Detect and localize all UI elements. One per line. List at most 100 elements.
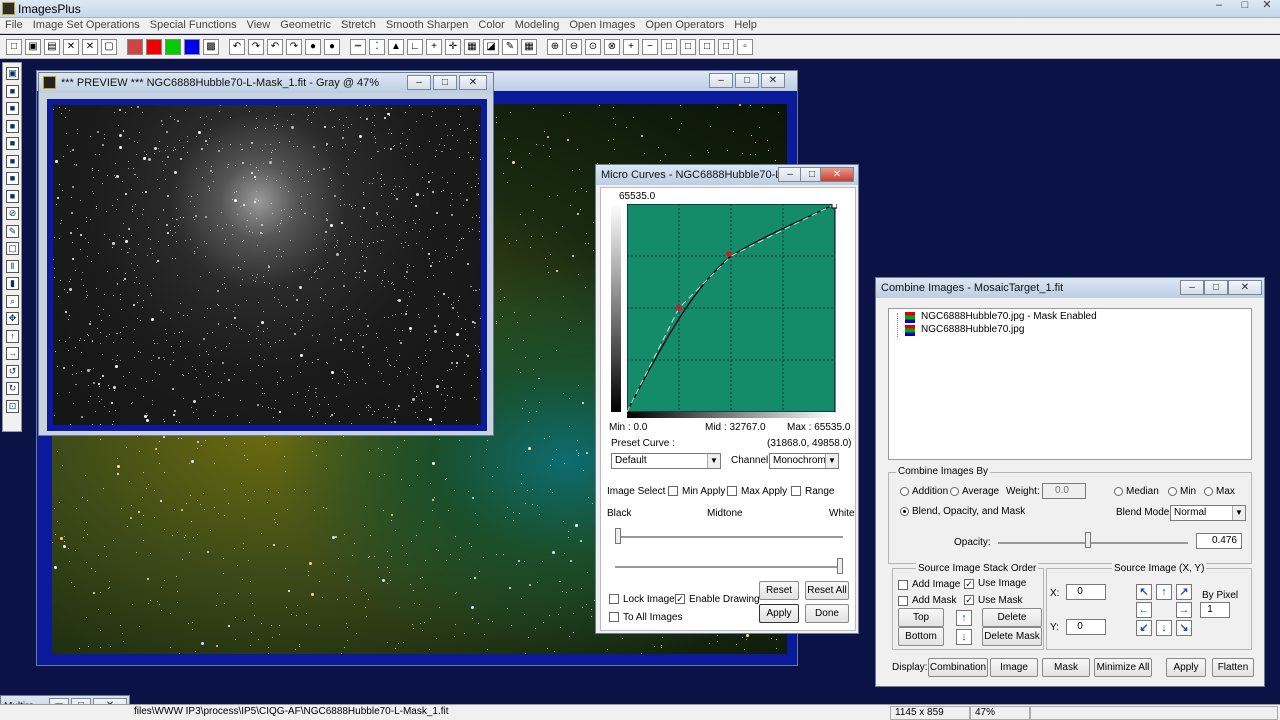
bottom-button[interactable]: Bottom xyxy=(898,627,944,646)
preset-curve-select[interactable]: Default ▼ xyxy=(611,453,721,469)
close-all-icon[interactable]: ✕ xyxy=(82,39,98,55)
arrow-down-icon[interactable]: ↓ xyxy=(1156,620,1172,636)
stop-icon[interactable]: ● xyxy=(324,39,340,55)
info-icon[interactable]: ⊡ xyxy=(6,399,19,413)
box4-icon[interactable]: □ xyxy=(718,39,734,55)
arrow-up-left-icon[interactable]: ↖ xyxy=(1136,584,1152,600)
gray-mask-image[interactable] xyxy=(53,105,481,425)
menu-help[interactable]: Help xyxy=(729,18,762,33)
minimize-icon[interactable]: – xyxy=(407,75,431,90)
box3-icon[interactable]: □ xyxy=(699,39,715,55)
arrow-left-icon[interactable]: ← xyxy=(1136,602,1152,618)
copy-icon[interactable]: ▢ xyxy=(101,39,117,55)
arrow-down-left-icon[interactable]: ↙ xyxy=(1136,620,1152,636)
move-down-icon[interactable]: ↓ xyxy=(956,629,972,645)
weight-input[interactable]: 0.0 xyxy=(1042,483,1086,499)
white-slider-thumb[interactable] xyxy=(837,558,843,574)
rotate-left-icon[interactable]: ↺ xyxy=(6,364,19,378)
blend-radio[interactable] xyxy=(900,507,909,516)
arrow-up-right-icon[interactable]: ↗ xyxy=(1176,584,1192,600)
opacity-slider-thumb[interactable] xyxy=(1085,532,1092,548)
top-button[interactable]: Top xyxy=(898,608,944,627)
crosshair-icon[interactable]: + xyxy=(426,39,442,55)
gray-icon[interactable]: ⊘ xyxy=(6,207,19,220)
black-slider-thumb[interactable] xyxy=(615,528,621,544)
curves-icon[interactable]: ∟ xyxy=(407,39,423,55)
menu-modeling[interactable]: Modeling xyxy=(510,18,565,33)
grid-icon[interactable]: ▦ xyxy=(464,39,480,55)
black-slider-track[interactable] xyxy=(615,536,843,538)
zoom-out-icon[interactable]: ⊖ xyxy=(566,39,582,55)
new-icon[interactable]: □ xyxy=(6,39,22,55)
yellow-black-icon[interactable]: ■ xyxy=(6,154,19,168)
maximize-icon[interactable]: □ xyxy=(433,75,457,90)
red-black-icon[interactable]: ■ xyxy=(6,102,19,115)
image-icon[interactable]: ◪ xyxy=(483,39,499,55)
zoom-100-icon[interactable]: ⊗ xyxy=(604,39,620,55)
cyan-black-icon[interactable]: ■ xyxy=(6,172,19,185)
max-radio[interactable] xyxy=(1204,487,1213,496)
close-icon[interactable]: ✕ xyxy=(761,73,785,88)
by-pixel-input[interactable]: 1 xyxy=(1200,602,1230,618)
delete-image-button[interactable]: Delete Image xyxy=(982,608,1042,640)
menu-geometric[interactable]: Geometric xyxy=(275,18,336,33)
reset-all-button[interactable]: Reset All xyxy=(805,581,849,600)
close-icon[interactable]: ✕ xyxy=(1254,0,1280,12)
menu-open-images[interactable]: Open Images xyxy=(564,18,640,33)
target-icon[interactable]: ✛ xyxy=(445,39,461,55)
use-image-checkbox[interactable]: ✓ xyxy=(964,579,974,589)
curve-point[interactable] xyxy=(676,305,682,311)
red-icon[interactable]: ■ xyxy=(146,39,162,55)
menu-open-operators[interactable]: Open Operators xyxy=(640,18,729,33)
image-button[interactable]: Image xyxy=(990,658,1038,677)
y-input[interactable]: 0 xyxy=(1066,619,1106,635)
undo-all-icon[interactable]: ↶ xyxy=(267,39,283,55)
open-icon[interactable]: ▣ xyxy=(25,39,41,55)
add-mask-checkbox[interactable] xyxy=(898,596,908,606)
blue-black-icon[interactable]: ■ xyxy=(6,137,19,150)
lock-image-checkbox[interactable] xyxy=(609,594,619,604)
green-icon[interactable]: ■ xyxy=(165,39,181,55)
curve-point[interactable] xyxy=(726,251,732,257)
enable-drawing-checkbox[interactable]: ✓ xyxy=(675,594,685,604)
move-up-icon[interactable]: ↑ xyxy=(956,610,972,626)
arrow-right-icon[interactable]: → xyxy=(1176,602,1192,618)
delete-mask-button[interactable]: Delete Mask xyxy=(982,627,1042,646)
range-checkbox[interactable] xyxy=(791,486,801,496)
record-icon[interactable]: ● xyxy=(305,39,321,55)
box-icon[interactable]: ▢ xyxy=(6,242,19,255)
white-slider-track[interactable] xyxy=(615,566,843,568)
minimize-icon[interactable]: – xyxy=(778,167,802,182)
black-bar-icon[interactable]: ▮ xyxy=(6,277,19,290)
pencil-icon[interactable]: ✎ xyxy=(6,224,19,238)
blue-icon[interactable]: ■ xyxy=(184,39,200,55)
add-image-checkbox[interactable] xyxy=(898,580,908,590)
reset-button[interactable]: Reset xyxy=(759,581,799,600)
list-item[interactable]: NGC6888Hubble70.jpg - Mask Enabled xyxy=(921,311,1097,322)
curve-endpoint[interactable] xyxy=(831,204,837,209)
box-icon[interactable]: □ xyxy=(661,39,677,55)
menu-image-set-operations[interactable]: Image Set Operations xyxy=(28,18,145,33)
layers-icon[interactable]: ‖ xyxy=(6,259,19,273)
redo-all-icon[interactable]: ↷ xyxy=(286,39,302,55)
max-apply-checkbox[interactable] xyxy=(727,486,737,496)
arrow-right-icon[interactable]: → xyxy=(6,347,19,360)
black-icon[interactable]: ■ xyxy=(6,84,19,98)
histogram-icon[interactable]: ▩ xyxy=(203,39,219,55)
menu-stretch[interactable]: Stretch xyxy=(336,18,381,33)
minimize-icon[interactable]: – xyxy=(1206,0,1232,12)
addition-radio[interactable] xyxy=(900,487,909,496)
menu-file[interactable]: File xyxy=(0,18,28,33)
green-black-icon[interactable]: ■ xyxy=(6,119,19,133)
close-image-icon[interactable]: ✕ xyxy=(63,39,79,55)
zoom-in-icon[interactable]: ⊕ xyxy=(547,39,563,55)
box2-icon[interactable]: □ xyxy=(680,39,696,55)
maximize-icon[interactable]: □ xyxy=(735,73,759,88)
pencil-icon[interactable]: ✎ xyxy=(502,39,518,55)
save-icon[interactable]: ▣ xyxy=(6,67,19,80)
channel-select[interactable]: Monochrome ▼ xyxy=(769,453,839,469)
magenta-black-icon[interactable]: ■ xyxy=(6,189,19,203)
minimize-icon[interactable]: – xyxy=(1180,280,1204,295)
small-box-icon[interactable]: ▫ xyxy=(737,39,753,55)
mask-button[interactable]: Mask xyxy=(1042,658,1090,677)
